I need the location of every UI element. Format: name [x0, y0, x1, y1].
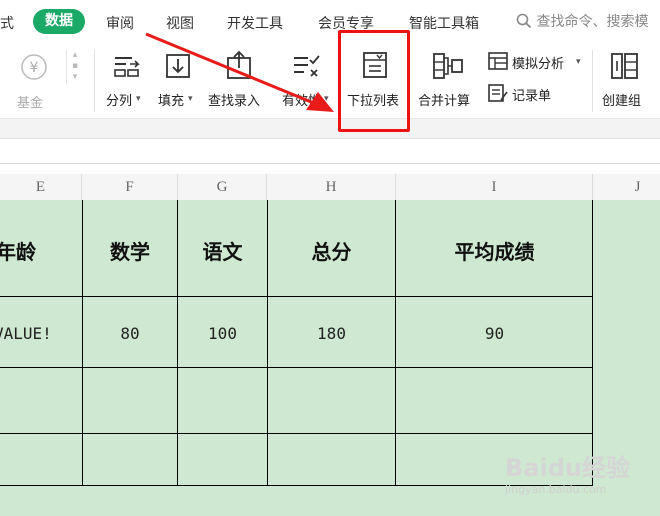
simulate-analysis-label: 模拟分析: [512, 57, 565, 72]
tab-smart-toolbox[interactable]: 智能工具箱: [409, 13, 479, 33]
search-icon: [516, 13, 532, 29]
fund-widget[interactable]: ¥ ▴ ▪ ▾ 基金: [14, 50, 84, 111]
column-header-g[interactable]: G: [178, 174, 267, 200]
record-sheet-label: 记录单: [512, 89, 552, 104]
split-columns-icon: [114, 57, 140, 77]
chevron-down-icon: ▾: [188, 94, 193, 104]
grid-line: [0, 367, 593, 368]
chevron-down-icon: ▾: [324, 94, 329, 104]
ribbon-divider: [592, 50, 593, 112]
search-placeholder: 查找命令、搜索模: [536, 14, 649, 30]
column-header-e[interactable]: E: [0, 174, 82, 200]
ribbon-divider: [94, 50, 95, 112]
validity-label: 有效性: [282, 94, 322, 109]
fill-down-icon: [166, 54, 190, 78]
yen-coin-icon: ¥: [21, 54, 47, 80]
data-cell[interactable]: 100: [178, 324, 267, 343]
column-header-j[interactable]: J: [593, 174, 660, 200]
data-cell[interactable]: VALUE!: [0, 324, 64, 343]
tab-data[interactable]: 数据: [33, 9, 85, 34]
upload-entry-icon: [227, 50, 251, 79]
merge-calc-label: 合并计算: [418, 94, 471, 109]
data-cell[interactable]: 180: [267, 324, 396, 343]
create-group-icon: [611, 53, 638, 79]
merge-calc-icon: [433, 53, 463, 79]
ribbon-toolbar: ¥ ▴ ▪ ▾ 基金 分列 ▾ 填充 ▾ 查找录入 有效性 ▾ 下拉列表 合并计…: [0, 44, 660, 118]
watermark-url: jingyan.baidu.com: [505, 483, 607, 496]
table-analysis-icon: [488, 52, 508, 70]
lookup-entry-label: 查找录入: [208, 94, 261, 109]
record-sheet-icon: [488, 84, 508, 102]
create-group-button[interactable]: 创建组: [598, 48, 656, 112]
tab-partial[interactable]: 式: [0, 13, 14, 33]
fill-label: 填充: [158, 94, 185, 109]
header-cell-average[interactable]: 平均成绩: [396, 236, 593, 265]
formula-bar[interactable]: [0, 138, 660, 164]
simulate-analysis-button[interactable]: 模拟分析 ▾: [486, 50, 586, 74]
validity-button[interactable]: 有效性 ▾: [280, 48, 336, 112]
tab-developer[interactable]: 开发工具: [227, 13, 283, 33]
header-cell-math[interactable]: 数学: [82, 236, 178, 265]
merge-calc-button[interactable]: 合并计算: [416, 48, 480, 112]
column-header-i[interactable]: I: [396, 174, 593, 200]
validity-check-icon: [294, 55, 320, 77]
grid-line: [0, 296, 593, 297]
chevron-down-icon: ▾: [136, 94, 141, 104]
create-group-label: 创建组: [602, 94, 642, 109]
fund-stepper[interactable]: ▴ ▪ ▾: [66, 50, 83, 84]
header-cell-age[interactable]: 年龄: [0, 236, 52, 265]
watermark-brand: Baidu经验: [505, 454, 630, 482]
split-button[interactable]: 分列 ▾: [104, 48, 150, 112]
data-cell[interactable]: 90: [396, 324, 593, 343]
column-header-h[interactable]: H: [267, 174, 396, 200]
header-cell-chinese[interactable]: 语文: [178, 236, 267, 265]
baidu-watermark: Baidu经验 jingyan.baidu.com: [505, 448, 630, 496]
fill-button[interactable]: 填充 ▾: [156, 48, 202, 112]
tab-review[interactable]: 审阅: [106, 13, 134, 33]
fund-label: 基金: [17, 96, 44, 111]
column-header-row: E F G H I J: [0, 174, 660, 201]
ribbon-bottom-strip: [0, 118, 660, 139]
chevron-down-icon: ▾: [576, 57, 581, 67]
record-sheet-button[interactable]: 记录单: [486, 82, 566, 106]
command-search[interactable]: 查找命令、搜索模: [516, 11, 660, 33]
svg-text:¥: ¥: [30, 60, 39, 76]
column-header-f[interactable]: F: [82, 174, 178, 200]
grid-line: [0, 433, 593, 434]
tab-view[interactable]: 视图: [166, 13, 194, 33]
lookup-entry-button[interactable]: 查找录入: [208, 48, 270, 112]
data-cell[interactable]: 80: [82, 324, 178, 343]
split-label: 分列: [106, 94, 133, 109]
highlight-box: [338, 30, 410, 132]
menu-bar: 式 数据 审阅 视图 开发工具 会员专享 智能工具箱 查找命令、搜索模: [0, 0, 660, 44]
header-cell-total[interactable]: 总分: [267, 236, 396, 265]
